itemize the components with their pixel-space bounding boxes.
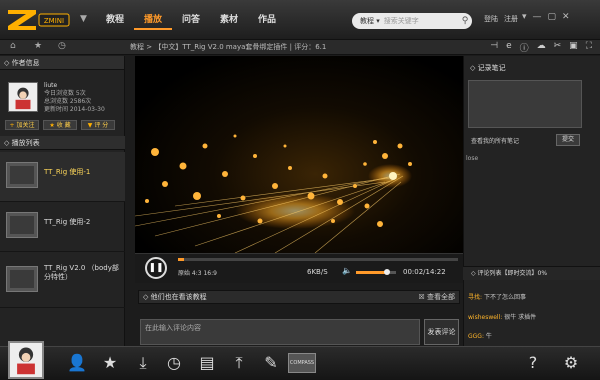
login-link[interactable]: 登陆 (484, 14, 498, 24)
main-nav: 教程 播放 问答 素材 作品 (96, 10, 286, 30)
user-avatar[interactable] (8, 341, 44, 379)
playlist-thumbnail (6, 266, 38, 292)
minimize-icon[interactable]: — (533, 12, 542, 22)
close-icon[interactable]: ✕ (562, 12, 570, 22)
top-header: ZMINI ▼ 教程 播放 问答 素材 作品 教程 ▾ 搜索关键字 ⚲ 登陆 注册 ▾ … (0, 0, 600, 40)
view-all-link[interactable]: ☒ 查看全部 (418, 291, 455, 303)
breadcrumb: 教程 > 【中文】TT_Rig V2.0 maya套骨绑定插件 | 评分：6.1 (130, 43, 327, 51)
playlist-item[interactable]: TT_Rig 使用-2 (0, 202, 125, 252)
collect-button[interactable]: ★ 收 藏 (43, 120, 77, 130)
user-icon[interactable]: 👤 (66, 352, 88, 374)
app-logo[interactable]: ZMINI (6, 6, 76, 34)
favorite-icon[interactable]: ★ (99, 352, 121, 374)
pin-icon[interactable]: ⊣ (490, 41, 498, 54)
playlist-item[interactable]: TT_Rig V2.0 （body部分特性） (0, 252, 125, 308)
pause-button[interactable]: ❚❚ (145, 257, 167, 279)
nav-tab[interactable]: 教程 (96, 10, 134, 30)
comment-item: 寻找: 下不了怎么回事 (468, 294, 526, 301)
volume-fill (356, 271, 388, 274)
playlist-thumbnail (6, 212, 38, 238)
help-icon[interactable]: ? (522, 352, 544, 374)
download-icon[interactable]: ⤓ (132, 352, 154, 374)
search-input[interactable]: 搜索关键字 (384, 16, 458, 26)
nav-tab[interactable]: 播放 (134, 10, 172, 30)
submit-note-button[interactable]: 提交 (556, 134, 580, 146)
nav-tab[interactable]: 问答 (172, 10, 210, 30)
window-controls: ▾ — ▢ ✕ (522, 12, 570, 22)
search-icon[interactable]: ⚲ (458, 16, 472, 26)
nav-tab[interactable]: 作品 (248, 10, 286, 30)
playlist-item-title: TT_Rig V2.0 （body部分特性） (44, 264, 119, 281)
playlist-item-title: TT_Rig 使用-1 (44, 168, 91, 176)
viewers-header: ◇ 他们也在看该教程 ☒ 查看全部 (138, 290, 460, 304)
author-actions: + 加关注 ★ 收 藏 ▼ 评 分 (5, 120, 115, 130)
author-stat: 更新时间 2014-03-30 (44, 106, 105, 113)
progress-fill (178, 258, 184, 261)
toolbar: ⌂ ★ ◷ 教程 > 【中文】TT_Rig V2.0 maya套骨绑定插件 | … (0, 40, 600, 55)
settings-gear-icon[interactable]: ⚙ (560, 352, 582, 374)
playlist-item-title: TT_Rig 使用-2 (44, 218, 91, 226)
search-category-select[interactable]: 教程 ▾ (352, 16, 384, 26)
note-user: lose (466, 155, 479, 162)
progress-bar[interactable] (178, 258, 458, 261)
aspect-ratio-options[interactable]: 原始 4:3 16:9 (178, 268, 217, 277)
history-icon[interactable]: ◷ (163, 352, 185, 374)
video-frame[interactable] (135, 56, 463, 253)
left-panel: ◇ 作者信息 liute 今日浏览数 5次 总浏览数 2586次 更新时间 20… (0, 56, 125, 346)
maximize-icon[interactable]: ▢ (548, 12, 557, 22)
notebook-icon[interactable]: ▤ (196, 352, 218, 374)
author-section: ◇ 作者信息 liute 今日浏览数 5次 总浏览数 2586次 更新时间 20… (0, 56, 124, 136)
playlist-item[interactable]: TT_Rig 使用-1 (0, 152, 125, 202)
viewers-title: 他们也在看该教程 (150, 293, 207, 301)
playlist-thumbnail (6, 162, 38, 188)
ie-icon[interactable]: e (506, 41, 512, 54)
comment-input[interactable]: 在此输入评论内容 (140, 319, 420, 345)
register-link[interactable]: 注册 (504, 14, 518, 24)
feather-icon[interactable]: ✎ (260, 352, 282, 374)
comments-header: ◇ 评论列表【即时交流】0% (463, 266, 600, 280)
download-speed: 6KB/S (307, 268, 328, 276)
logo-menu-chevron-icon[interactable]: ▼ (80, 14, 87, 24)
author-info: liute 今日浏览数 5次 总浏览数 2586次 更新时间 2014-03-3… (44, 82, 105, 114)
upload-icon[interactable]: ⤒ (228, 352, 250, 374)
post-comment-button[interactable]: 发表评论 (424, 319, 459, 345)
volume-icon[interactable]: 🔈 (342, 266, 352, 275)
rate-button[interactable]: ▼ 评 分 (81, 120, 115, 130)
info-icon[interactable]: ⓘ (520, 41, 529, 54)
video-particles-image (135, 134, 412, 253)
search-bar[interactable]: 教程 ▾ 搜索关键字 ⚲ (352, 13, 472, 29)
playback-time: 00:02/14:22 (403, 268, 446, 276)
author-stat: 总浏览数 2586次 (44, 98, 92, 105)
view-my-notes-link[interactable]: 查看我的所有笔记 (471, 136, 519, 145)
follow-button[interactable]: + 加关注 (5, 120, 39, 130)
cut-icon[interactable]: ✂ (554, 41, 562, 54)
author-panel-title: ◇ 作者信息 (0, 56, 124, 70)
fullscreen-icon[interactable]: ⛶ (586, 41, 592, 54)
compass-button[interactable]: COMPASS (288, 353, 316, 373)
comment-item: wisheswell: 很牛 求插件 (468, 314, 537, 321)
screen-icon[interactable]: ▣ (569, 41, 578, 54)
logo-text: ZMINI (44, 17, 64, 25)
history-icon[interactable]: ◷ (58, 41, 66, 51)
author-stat: 今日浏览数 5次 (44, 90, 86, 97)
favorite-icon[interactable]: ★ (34, 41, 42, 51)
toolbar-actions: ⊣ e ⓘ ☁ ✂ ▣ ⛶ (490, 41, 592, 54)
nav-tab[interactable]: 素材 (210, 10, 248, 30)
author-avatar[interactable] (8, 82, 38, 112)
home-icon[interactable]: ⌂ (10, 41, 16, 51)
comment-item: GGG: 牛 (468, 333, 492, 340)
notes-title: ◇ 记录笔记 (470, 64, 506, 72)
auth-links: 登陆 注册 (484, 14, 518, 24)
playlist-title: ◇ 播放列表 (0, 136, 125, 150)
author-name: liute (44, 82, 58, 89)
skin-icon[interactable]: ▾ (522, 12, 527, 22)
cloud-icon[interactable]: ☁ (537, 41, 546, 54)
notes-textarea[interactable] (468, 80, 582, 128)
